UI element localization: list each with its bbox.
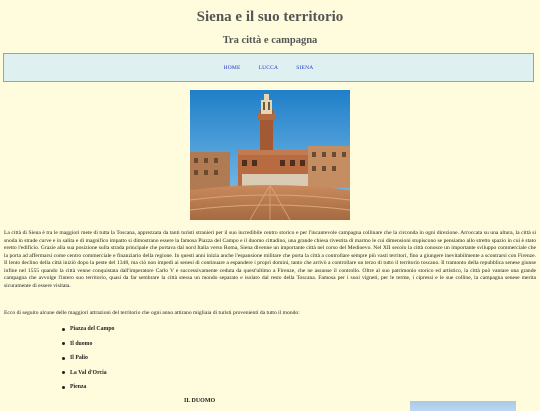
bullet-icon [62, 327, 65, 331]
bullet-icon [62, 342, 65, 346]
list-item: Piazza del Campo [62, 322, 114, 337]
bullet-icon [62, 385, 65, 389]
nav-link-home[interactable]: HOME [224, 65, 241, 71]
nav-link-lucca[interactable]: LUCCA [259, 65, 279, 71]
intro-paragraph: La città di Siena è tra le maggiori mete… [4, 230, 536, 289]
attractions-list: Piazza del Campo Il duomo Il Palio La Va… [62, 322, 114, 395]
attraction-label: Pienza [70, 384, 87, 391]
list-item: Il Palio [62, 351, 114, 366]
attraction-label: Il Palio [70, 355, 88, 362]
nav-link-siena[interactable]: SIENA [296, 65, 313, 71]
nav-bar: HOME LUCCA SIENA [3, 53, 534, 82]
duomo-photo [410, 401, 516, 411]
piazza-del-campo-image [190, 90, 350, 220]
page-title: Siena e il suo territorio [196, 9, 344, 25]
list-item: Pienza [62, 380, 114, 395]
list-item: Il duomo [62, 337, 114, 352]
attraction-label: Piazza del Campo [70, 326, 115, 333]
attraction-label: La Val d'Orcia [70, 369, 107, 376]
attraction-label: Il duomo [70, 340, 93, 347]
page-subtitle: Tra città e campagna [222, 35, 318, 46]
list-item: La Val d'Orcia [62, 366, 114, 381]
bullet-icon [62, 356, 65, 360]
section-heading: IL DUOMO [184, 398, 216, 404]
attractions-intro: Ecco di seguito alcune delle maggiori at… [4, 310, 300, 316]
siena-photo [190, 90, 350, 220]
bullet-icon [62, 371, 65, 375]
